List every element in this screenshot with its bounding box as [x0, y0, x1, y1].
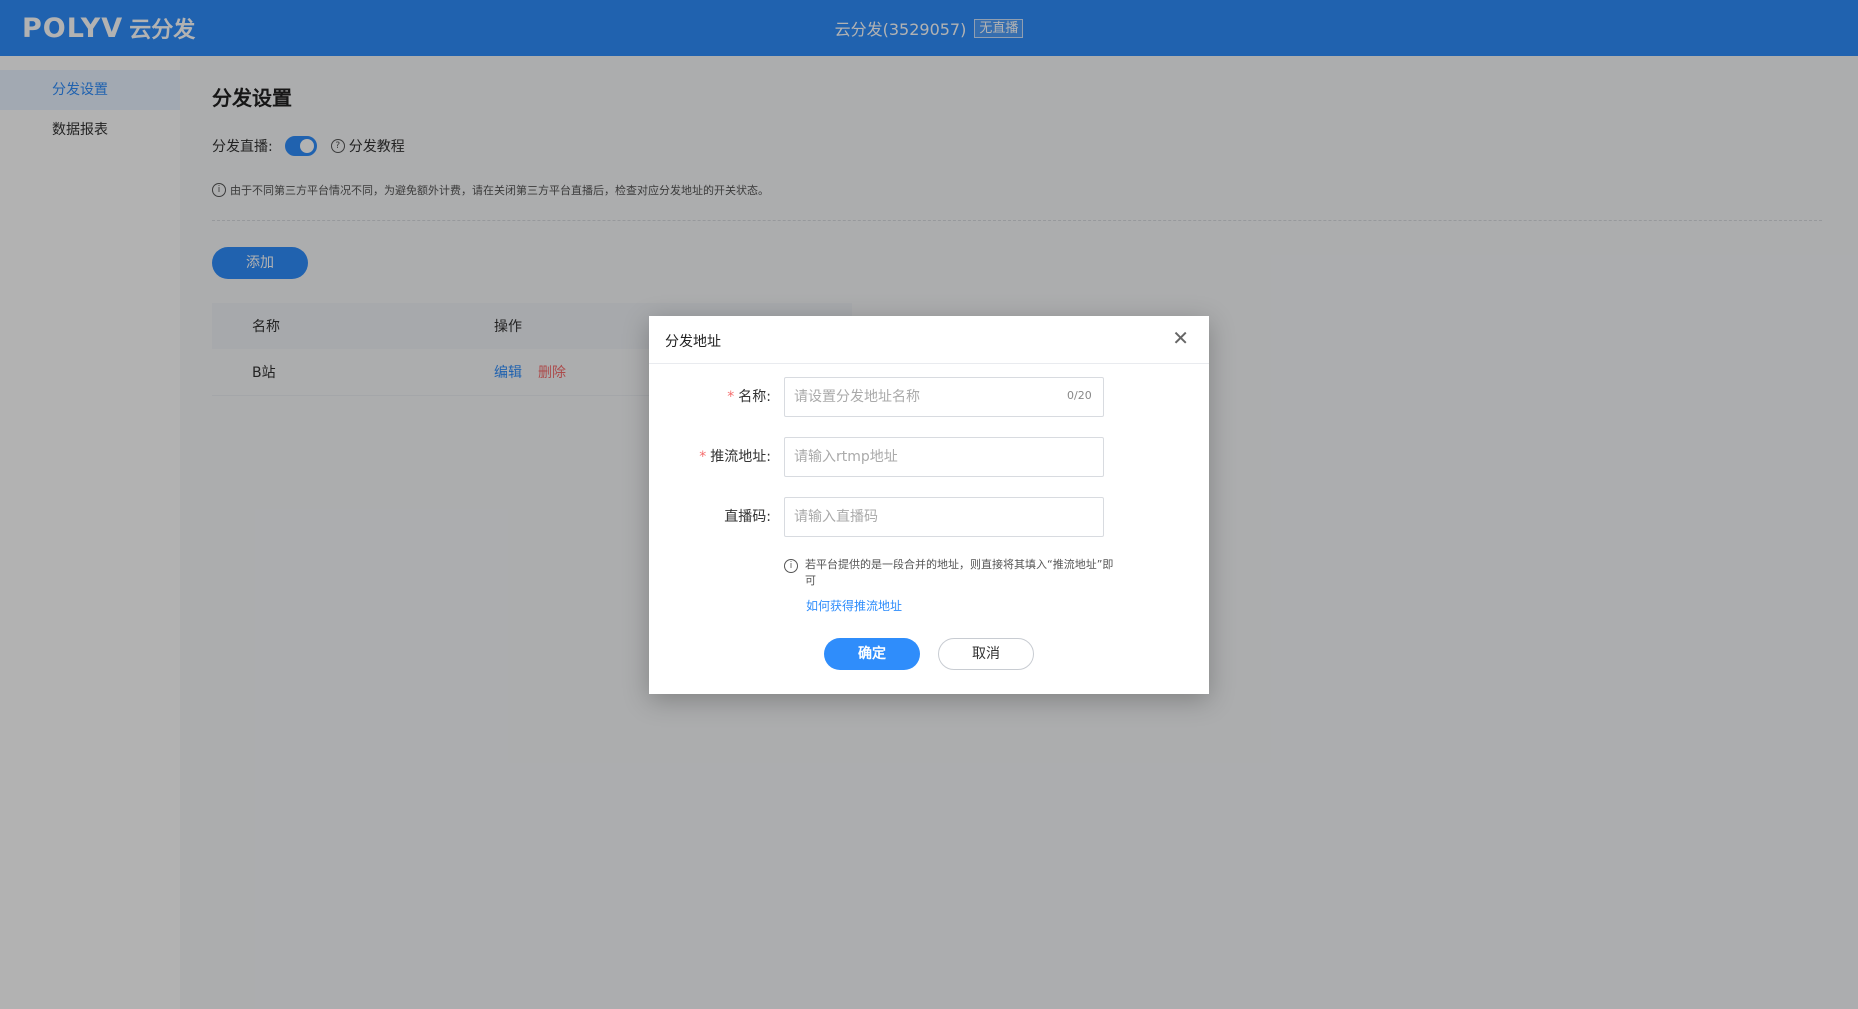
name-input[interactable] [784, 377, 1104, 417]
push-url-label: 推流地址: [710, 449, 771, 465]
required-mark: * [699, 449, 707, 465]
push-url-input[interactable] [784, 437, 1104, 477]
form-row-stream-code: 直播码: [649, 497, 1209, 537]
name-char-counter: 0/20 [1067, 389, 1092, 402]
required-mark: * [727, 389, 735, 405]
distribution-address-modal: 分发地址 ✕ *名称: 0/20 *推流地址: 直播码: i 若平台提供的是一段… [649, 316, 1209, 694]
how-to-get-push-url-link[interactable]: 如何获得推流地址 [806, 597, 902, 614]
close-icon[interactable]: ✕ [1172, 328, 1189, 348]
stream-code-label: 直播码: [724, 509, 771, 525]
push-url-label-wrap: * 推流地址: [699, 437, 771, 477]
push-url-tip-text: 若平台提供的是一段合并的地址，则直接将其填入“推流地址”即可 [805, 558, 1114, 587]
form-row-name: *名称: 0/20 [649, 377, 1209, 417]
cancel-button[interactable]: 取消 [938, 638, 1034, 670]
form-row-push-url: * 推流地址: [649, 437, 1209, 477]
modal-title: 分发地址 [665, 334, 721, 350]
confirm-button[interactable]: 确定 [824, 638, 920, 670]
name-label-wrap: * 名称: [727, 377, 771, 417]
push-url-tip: i 若平台提供的是一段合并的地址，则直接将其填入“推流地址”即可 [784, 557, 1114, 589]
info-icon: i [784, 559, 798, 573]
modal-header: 分发地址 ✕ [649, 316, 1209, 364]
stream-code-input[interactable] [784, 497, 1104, 537]
name-label: 名称: [738, 389, 771, 405]
